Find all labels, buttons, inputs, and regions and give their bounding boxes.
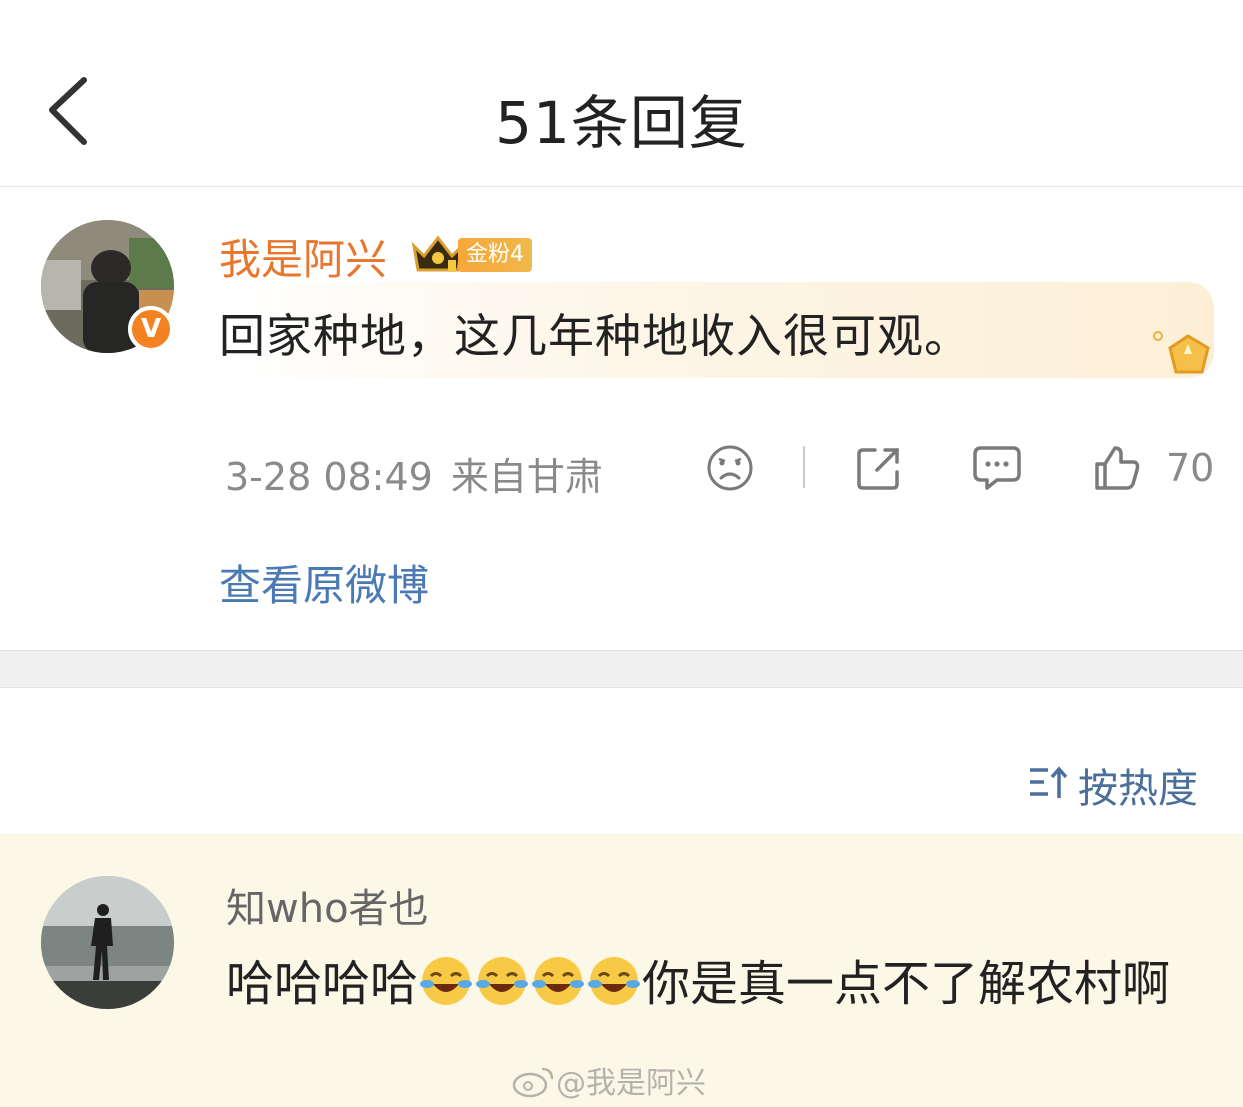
reply-text-before: 哈哈哈哈 bbox=[226, 956, 419, 1012]
like-count: 70 bbox=[1166, 446, 1215, 490]
sort-by-hot-button[interactable]: 按热度 bbox=[1078, 756, 1198, 814]
fan-level-badge: 金粉4 bbox=[458, 238, 532, 272]
laughing-crying-emoji-icon bbox=[420, 957, 473, 1005]
reply-text-after: 你是真一点不了解农村啊 bbox=[642, 956, 1171, 1012]
watermark-text: @我是阿兴 bbox=[556, 1066, 706, 1101]
sad-face-icon[interactable] bbox=[704, 442, 756, 494]
share-icon[interactable] bbox=[853, 442, 905, 494]
laughing-crying-emoji-icon bbox=[476, 957, 529, 1005]
comment-time: 3-28 08:49 bbox=[225, 455, 433, 499]
comment-text: 回家种地，这几年种地收入很可观。 bbox=[219, 309, 971, 363]
reply-avatar[interactable] bbox=[41, 876, 174, 1009]
weibo-logo-icon bbox=[512, 1067, 554, 1098]
gem-badge-icon bbox=[1153, 331, 1210, 374]
comment-location: 来自甘肃 bbox=[450, 455, 603, 499]
view-original-link[interactable]: 查看原微博 bbox=[219, 552, 429, 613]
comment-meta: 3-28 08:49 来自甘肃 bbox=[225, 446, 603, 501]
thumbs-up-icon[interactable] bbox=[1091, 442, 1143, 494]
laughing-crying-emoji-icon bbox=[532, 957, 585, 1005]
reply-text: 哈哈哈哈 你是真一点不了解农村啊 bbox=[226, 945, 1206, 1023]
verified-badge-icon: V bbox=[128, 306, 174, 352]
laughing-crying-emoji-icon bbox=[588, 957, 641, 1005]
section-divider bbox=[0, 650, 1243, 688]
comment-icon[interactable] bbox=[971, 442, 1023, 494]
page-title: 51条回复 bbox=[495, 89, 748, 157]
sort-icon[interactable] bbox=[1026, 762, 1070, 802]
watermark: @我是阿兴 bbox=[512, 1058, 706, 1102]
top-bar: 51条回复 bbox=[0, 0, 1243, 187]
action-divider bbox=[803, 446, 805, 488]
comment-username[interactable]: 我是阿兴 bbox=[219, 226, 387, 287]
reply-username[interactable]: 知who者也 bbox=[226, 876, 429, 934]
